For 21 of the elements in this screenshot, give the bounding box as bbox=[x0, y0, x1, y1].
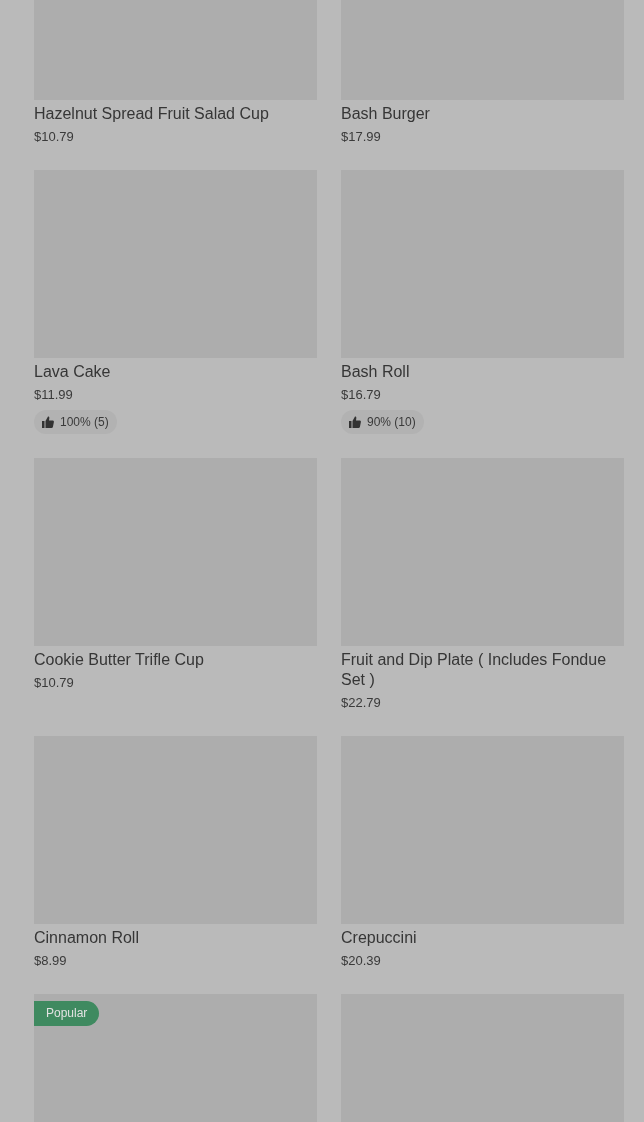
item-price: $17.99 bbox=[341, 128, 381, 146]
item-name[interactable]: Hazelnut Spread Fruit Salad Cup bbox=[34, 104, 269, 124]
item-name[interactable]: Bash Roll bbox=[341, 362, 410, 382]
item-price: $10.79 bbox=[34, 128, 74, 146]
rating-chip: 100% (5) bbox=[34, 410, 117, 434]
item-name[interactable]: Crepuccini bbox=[341, 928, 417, 948]
item-name[interactable]: Bash Burger bbox=[341, 104, 430, 124]
item-price: $8.99 bbox=[34, 952, 67, 970]
item-name[interactable]: Lava Cake bbox=[34, 362, 111, 382]
item-name[interactable]: Fruit and Dip Plate ( Includes Fondue Set ) bbox=[341, 650, 624, 690]
item-price: $20.39 bbox=[341, 952, 381, 970]
rating-chip: 90% (10) bbox=[341, 410, 424, 434]
thumbs-up-icon bbox=[349, 416, 361, 428]
popular-badge: Popular bbox=[34, 1001, 100, 1026]
thumbs-up-icon bbox=[42, 416, 54, 428]
item-price: $22.79 bbox=[341, 694, 381, 712]
item-price: $11.99 bbox=[34, 386, 73, 404]
item-name[interactable]: Cinnamon Roll bbox=[34, 928, 139, 948]
item-price: $10.79 bbox=[34, 674, 74, 692]
item-price: $16.79 bbox=[341, 386, 381, 404]
item-name[interactable]: Cookie Butter Trifle Cup bbox=[34, 650, 204, 670]
